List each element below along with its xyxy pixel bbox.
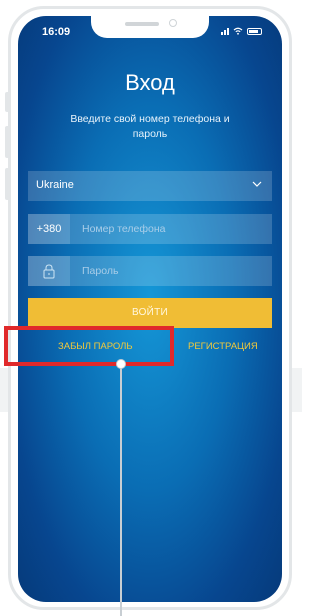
phone-field[interactable]: +380 Номер телефона [28, 214, 272, 244]
login-button[interactable]: ВОЙТИ [28, 298, 272, 328]
country-value: Ukraine [36, 179, 74, 191]
password-field[interactable]: Пароль [28, 256, 272, 286]
phone-notch [91, 16, 209, 38]
lock-box [28, 256, 70, 286]
country-select[interactable]: Ukraine [28, 171, 272, 201]
highlight-box [4, 326, 174, 366]
phone-input[interactable]: Номер телефона [82, 223, 166, 235]
speaker [125, 22, 159, 26]
camera [169, 19, 177, 27]
callout-dot [116, 359, 126, 369]
signal-icon [221, 27, 229, 35]
phone-prefix: +380 [28, 214, 70, 244]
lock-icon [43, 264, 55, 279]
battery-icon [247, 27, 262, 35]
register-link[interactable]: РЕГИСТРАЦИЯ [188, 341, 258, 352]
status-time: 16:09 [42, 26, 71, 38]
callout-line [120, 362, 122, 616]
status-icons [221, 27, 262, 35]
login-screen: 16:09 Вход Введите свой номер телефона и… [18, 16, 282, 602]
page-title: Вход [125, 70, 175, 95]
page-subtitle: Введите свой номер телефона и пароль [70, 113, 230, 140]
password-input[interactable]: Пароль [82, 265, 118, 277]
chevron-down-icon [252, 181, 262, 187]
wifi-icon [233, 27, 243, 35]
